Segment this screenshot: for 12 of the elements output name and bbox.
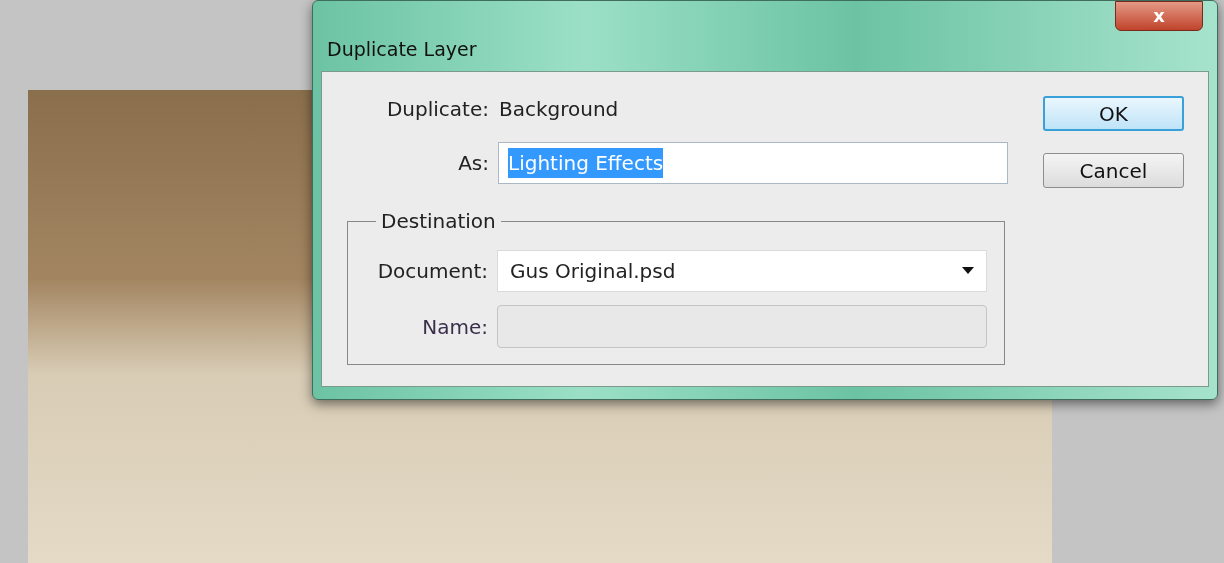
dialog-button[interactable]: Cancel — [1043, 153, 1184, 188]
destination-legend: Destination — [376, 206, 501, 236]
window-title: Duplicate Layer — [327, 37, 477, 62]
document-dropdown[interactable]: Gus Original.psd — [497, 250, 987, 292]
document-label: Document: — [376, 258, 488, 285]
dialog-button[interactable]: OK — [1043, 96, 1184, 131]
duplicate-value: Background — [499, 96, 619, 123]
name-label: Name: — [421, 313, 488, 341]
as-label: As: — [457, 150, 489, 177]
duplicate-label: Duplicate: — [385, 96, 489, 123]
dropdown-caret-icon — [962, 267, 974, 275]
close-button[interactable]: x — [1115, 1, 1203, 31]
